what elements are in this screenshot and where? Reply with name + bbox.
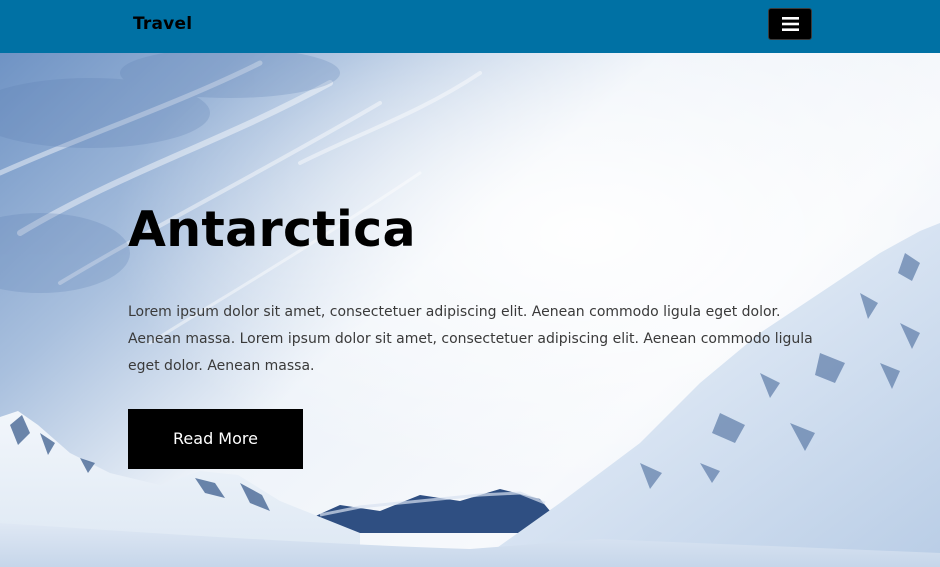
hero-title: Antarctica — [128, 201, 416, 258]
hero-description: Lorem ipsum dolor sit amet, consectetuer… — [128, 304, 813, 374]
top-navbar: Travel — [0, 0, 940, 53]
hero-section: Antarctica Lorem ipsum dolor sit amet, c… — [0, 53, 940, 567]
hamburger-menu-icon — [782, 17, 799, 31]
brand-logo[interactable]: Travel — [133, 14, 192, 34]
menu-toggle-button[interactable] — [768, 8, 812, 40]
read-more-button[interactable]: Read More — [128, 409, 303, 469]
